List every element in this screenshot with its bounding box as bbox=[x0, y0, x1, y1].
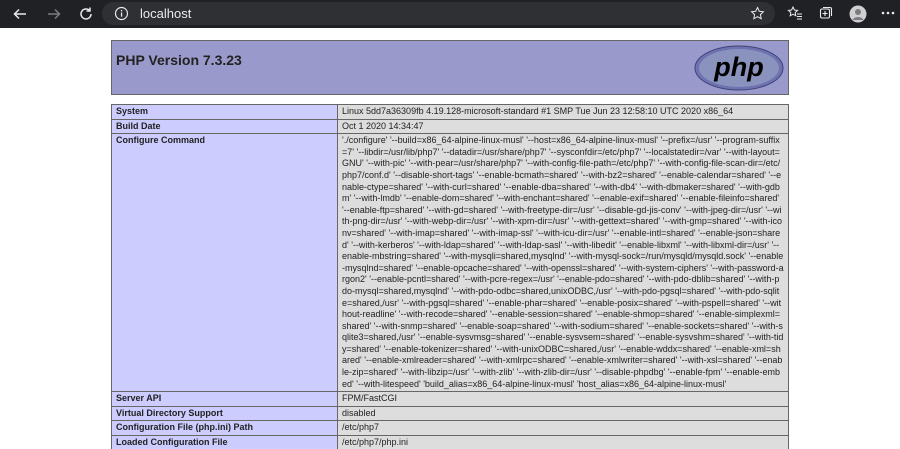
info-icon[interactable] bbox=[114, 6, 129, 26]
row-key: Build Date bbox=[111, 118, 338, 135]
refresh-icon[interactable] bbox=[77, 5, 95, 23]
row-key: Configure Command bbox=[111, 133, 338, 393]
browser-toolbar: localhost bbox=[0, 0, 900, 28]
star-icon[interactable] bbox=[750, 6, 765, 26]
row-value: Oct 1 2020 14:34:47 bbox=[337, 118, 789, 135]
row-key: Loaded Configuration File bbox=[111, 435, 338, 449]
page-title: PHP Version 7.3.23 bbox=[116, 52, 242, 68]
favorites-icon[interactable] bbox=[787, 5, 803, 26]
row-value: './configure' '--build=x86_64-alpine-lin… bbox=[337, 133, 789, 393]
table-row: Configuration File (php.ini) Path/etc/ph… bbox=[111, 420, 789, 437]
address-url[interactable]: localhost bbox=[140, 6, 191, 21]
php-version-header: PHP Version 7.3.23 php bbox=[111, 40, 789, 95]
row-value: /etc/php7 bbox=[337, 420, 789, 437]
table-row: Virtual Directory Support disabled bbox=[111, 405, 789, 422]
row-value: FPM/FastCGI bbox=[337, 391, 789, 407]
table-row: Loaded Configuration File/etc/php7/php.i… bbox=[111, 435, 789, 449]
table-row: System Linux 5dd7a36309fb 4.19.128-micros… bbox=[111, 104, 789, 120]
row-value: Linux 5dd7a36309fb 4.19.128-microsoft-st… bbox=[337, 104, 789, 120]
row-key: Server API bbox=[111, 391, 338, 407]
table-row: Server API FPM/FastCGI bbox=[111, 391, 789, 407]
php-info-table: System Linux 5dd7a36309fb 4.19.128-micros… bbox=[111, 104, 789, 449]
more-icon[interactable] bbox=[881, 5, 895, 26]
table-row: Build Date Oct 1 2020 14:34:47 bbox=[111, 118, 789, 135]
row-value: /etc/php7/php.ini bbox=[337, 435, 789, 449]
forward-arrow-icon[interactable] bbox=[45, 5, 63, 23]
address-bar[interactable]: localhost bbox=[102, 2, 775, 25]
collections-icon[interactable] bbox=[818, 5, 834, 26]
back-arrow-icon[interactable] bbox=[11, 5, 29, 23]
row-key: System bbox=[111, 104, 338, 120]
profile-icon[interactable] bbox=[849, 5, 867, 28]
row-key: Virtual Directory Support bbox=[111, 405, 338, 422]
table-row: Configure Command './configure' '--build=… bbox=[111, 133, 789, 393]
svg-text:php: php bbox=[713, 52, 763, 82]
page-content: PHP Version 7.3.23 php System Linux 5dd7a… bbox=[0, 28, 900, 449]
row-key: Configuration File (php.ini) Path bbox=[111, 420, 338, 437]
php-logo[interactable]: php bbox=[694, 45, 784, 96]
row-value: disabled bbox=[337, 405, 789, 422]
